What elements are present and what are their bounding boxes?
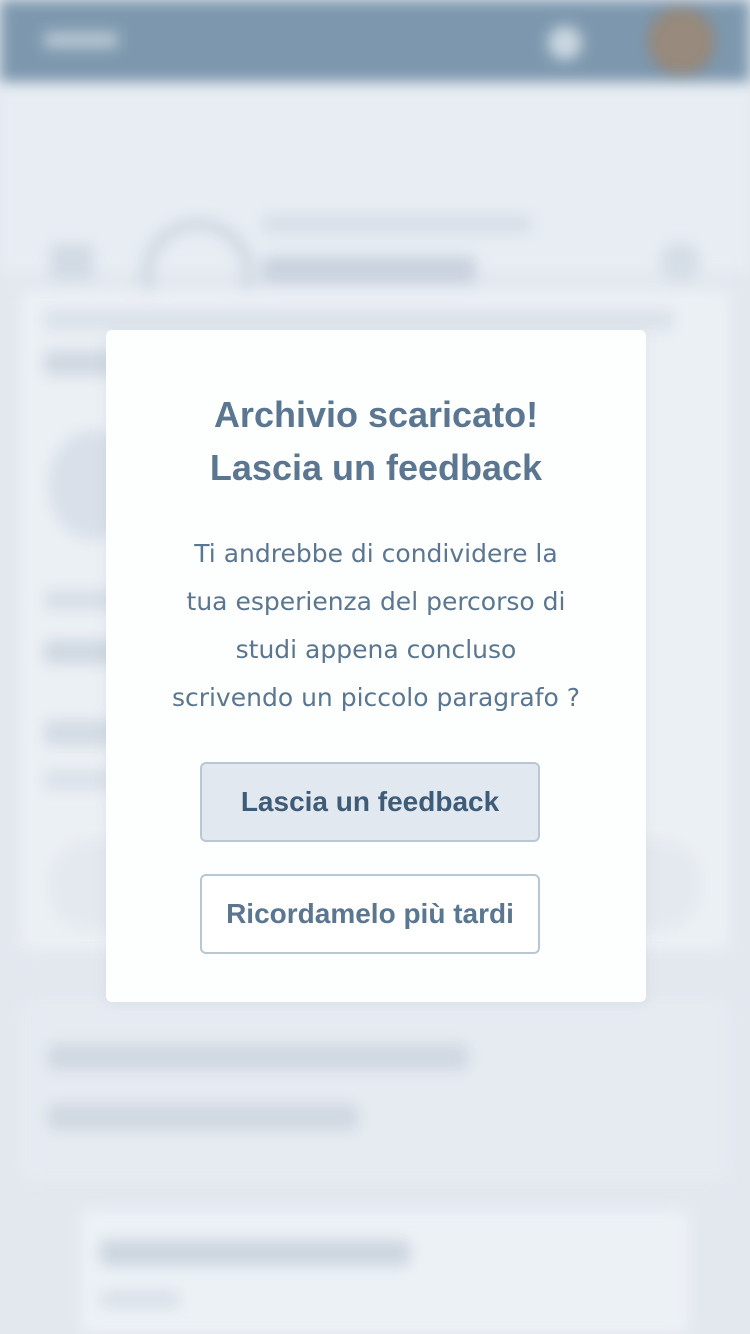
modal-body-line: Ti andrebbe di condividere la <box>194 539 558 568</box>
modal-body-text: Ti andrebbe di condividere la tua esperi… <box>146 530 606 722</box>
modal-title-line-2: Lascia un feedback <box>209 447 543 488</box>
leave-feedback-button[interactable]: Lascia un feedback <box>200 762 540 842</box>
remind-later-button-label: Ricordamelo più tardi <box>226 898 514 929</box>
modal-body-line: tua esperienza del percorso di <box>186 587 566 616</box>
leave-feedback-button-label: Lascia un feedback <box>240 786 500 817</box>
feedback-modal: Archivio scaricato! Lascia un feedback T… <box>106 330 646 1002</box>
modal-title: Archivio scaricato! Lascia un feedback <box>106 388 646 494</box>
modal-body-line: studi appena concluso <box>235 635 517 664</box>
modal-title-line-1: Archivio scaricato! <box>213 394 539 435</box>
remind-later-button[interactable]: Ricordamelo più tardi <box>200 874 540 954</box>
modal-body-line: scrivendo un piccolo paragrafo ? <box>171 683 581 712</box>
